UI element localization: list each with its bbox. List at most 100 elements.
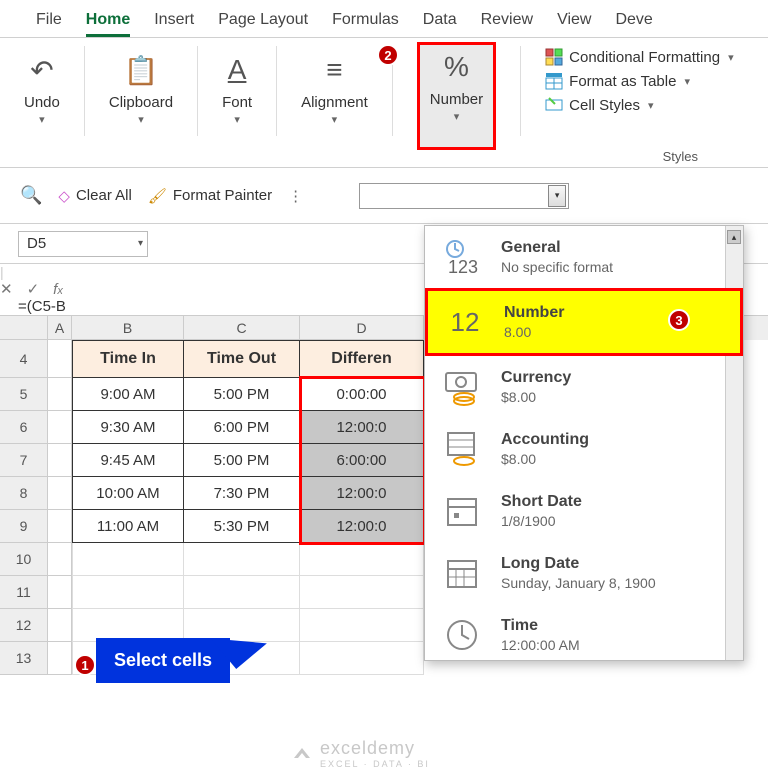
cell[interactable]: 9:45 AM bbox=[72, 444, 184, 477]
chevron-down-icon: ▾ bbox=[648, 99, 654, 112]
chevron-down-icon: ▾ bbox=[332, 113, 338, 126]
clipboard-icon: 📋 bbox=[124, 50, 159, 90]
cell-styles-button[interactable]: Cell Styles ▾ bbox=[545, 96, 733, 114]
format-option-time[interactable]: Time12:00:00 AM bbox=[425, 604, 743, 660]
cell[interactable]: 10:00 AM bbox=[72, 477, 184, 510]
tab-file[interactable]: File bbox=[36, 11, 62, 37]
font-group[interactable]: A Font ▾ bbox=[222, 46, 252, 167]
row-header[interactable]: 13 bbox=[0, 642, 48, 675]
search-icon[interactable]: 🔍 bbox=[20, 185, 42, 206]
cell[interactable]: 5:00 PM bbox=[184, 378, 300, 411]
format-option-currency[interactable]: Currency$8.00 bbox=[425, 356, 743, 418]
select-all-corner[interactable] bbox=[0, 316, 48, 340]
format-option-number[interactable]: 12 Number8.00 3 bbox=[425, 288, 743, 356]
cell[interactable] bbox=[48, 411, 72, 444]
scroll-up-icon[interactable]: ▴ bbox=[727, 230, 741, 244]
col-header-a[interactable]: A bbox=[48, 316, 72, 340]
cell[interactable] bbox=[48, 510, 72, 543]
callout-select-cells: Select cells bbox=[96, 638, 230, 683]
clear-all-button[interactable]: ◇ Clear All bbox=[58, 187, 131, 205]
format-as-table-button[interactable]: Format as Table ▾ bbox=[545, 72, 733, 90]
row-header[interactable]: 6 bbox=[0, 411, 48, 444]
col-header-b[interactable]: B bbox=[72, 316, 184, 340]
chevron-down-icon: ▾ bbox=[138, 113, 144, 126]
cell[interactable]: 5:30 PM bbox=[184, 510, 300, 543]
row-header[interactable]: 8 bbox=[0, 477, 48, 510]
overflow-icon[interactable]: ⋮ bbox=[288, 187, 303, 205]
ribbon-tabs: File Home Insert Page Layout Formulas Da… bbox=[0, 0, 768, 38]
chevron-down-icon: ▾ bbox=[684, 75, 690, 88]
format-option-accounting[interactable]: Accounting$8.00 bbox=[425, 418, 743, 480]
cell[interactable]: 12:00:0 bbox=[300, 510, 424, 543]
tab-view[interactable]: View bbox=[557, 11, 591, 37]
cell[interactable]: 12:00:0 bbox=[300, 411, 424, 444]
chevron-down-icon[interactable]: ▾ bbox=[548, 185, 566, 207]
undo-group[interactable]: ↶ Undo ▾ bbox=[24, 46, 60, 167]
format-option-long-date[interactable]: Long DateSunday, January 8, 1900 bbox=[425, 542, 743, 604]
row-header[interactable]: 7 bbox=[0, 444, 48, 477]
fx-icon[interactable]: fx bbox=[53, 281, 63, 298]
row-header[interactable]: 12 bbox=[0, 609, 48, 642]
paintbrush-icon: 🖌 bbox=[148, 187, 167, 205]
tab-review[interactable]: Review bbox=[481, 11, 533, 37]
cell[interactable] bbox=[48, 340, 72, 378]
tab-developer[interactable]: Deve bbox=[615, 11, 652, 37]
format-painter-button[interactable]: 🖌 Format Painter bbox=[148, 187, 272, 205]
col-header-c[interactable]: C bbox=[184, 316, 300, 340]
cell[interactable] bbox=[48, 444, 72, 477]
styles-group: Conditional Formatting ▾ Format as Table… bbox=[545, 46, 733, 167]
annotation-badge-1: 1 bbox=[74, 654, 96, 676]
tab-formulas[interactable]: Formulas bbox=[332, 11, 399, 37]
tab-insert[interactable]: Insert bbox=[154, 11, 194, 37]
percent-icon: % bbox=[444, 47, 469, 87]
confirm-icon[interactable]: ✓ bbox=[27, 280, 40, 298]
tab-page-layout[interactable]: Page Layout bbox=[218, 11, 308, 37]
cell[interactable]: 9:30 AM bbox=[72, 411, 184, 444]
cancel-icon[interactable]: ✕ bbox=[0, 280, 13, 298]
col-header-d[interactable]: D bbox=[300, 316, 424, 340]
cell[interactable]: 6:00 PM bbox=[184, 411, 300, 444]
cell[interactable] bbox=[48, 378, 72, 411]
row-header[interactable]: 10 bbox=[0, 543, 48, 576]
row-header[interactable]: 11 bbox=[0, 576, 48, 609]
cell[interactable]: 0:00:00 bbox=[300, 378, 424, 411]
cell[interactable]: Differen bbox=[300, 340, 424, 378]
calendar-full-icon bbox=[441, 552, 483, 594]
alignment-group[interactable]: ≡ Alignment ▾ bbox=[301, 46, 368, 167]
calendar-icon bbox=[441, 490, 483, 532]
cell[interactable]: 5:00 PM bbox=[184, 444, 300, 477]
chevron-down-icon[interactable]: ▾ bbox=[138, 238, 143, 249]
row-header[interactable]: 5 bbox=[0, 378, 48, 411]
clipboard-group[interactable]: 📋 Clipboard ▾ bbox=[109, 46, 173, 167]
format-option-short-date[interactable]: Short Date1/8/1900 bbox=[425, 480, 743, 542]
cell-styles-icon bbox=[545, 96, 563, 114]
cond-format-icon bbox=[545, 48, 563, 66]
row-header[interactable]: 9 bbox=[0, 510, 48, 543]
cell[interactable]: 7:30 PM bbox=[184, 477, 300, 510]
row-header[interactable]: 4 bbox=[0, 340, 48, 378]
format-option-general[interactable]: 123 GeneralNo specific format bbox=[425, 226, 743, 288]
tab-home[interactable]: Home bbox=[86, 11, 130, 37]
currency-icon bbox=[441, 366, 483, 408]
cell[interactable]: Time Out bbox=[184, 340, 300, 378]
ribbon-body: ↶ Undo ▾ 📋 Clipboard ▾ A Font ▾ ≡ Alignm… bbox=[0, 38, 768, 168]
cell[interactable]: 12:00:0 bbox=[300, 477, 424, 510]
chevron-down-icon: ▾ bbox=[728, 51, 734, 64]
eraser-icon: ◇ bbox=[58, 187, 70, 205]
cell[interactable]: 11:00 AM bbox=[72, 510, 184, 543]
cell[interactable]: 6:00:00 bbox=[300, 444, 424, 477]
general-icon: 123 bbox=[441, 236, 483, 278]
number-group[interactable]: % Number ▾ bbox=[417, 42, 496, 150]
name-box[interactable]: D5 ▾ bbox=[18, 231, 148, 257]
conditional-formatting-button[interactable]: Conditional Formatting ▾ bbox=[545, 48, 733, 66]
cell[interactable]: Time In bbox=[72, 340, 184, 378]
table-icon bbox=[545, 72, 563, 90]
number-format-combo[interactable]: ▾ bbox=[359, 183, 569, 209]
tab-data[interactable]: Data bbox=[423, 11, 457, 37]
undo-icon: ↶ bbox=[30, 50, 53, 90]
cell[interactable] bbox=[48, 477, 72, 510]
number-icon: 12 bbox=[444, 301, 486, 343]
annotation-badge-3: 3 bbox=[668, 309, 690, 331]
cell[interactable]: 9:00 AM bbox=[72, 378, 184, 411]
watermark: exceldemy EXCEL · DATA · BI bbox=[290, 738, 430, 769]
